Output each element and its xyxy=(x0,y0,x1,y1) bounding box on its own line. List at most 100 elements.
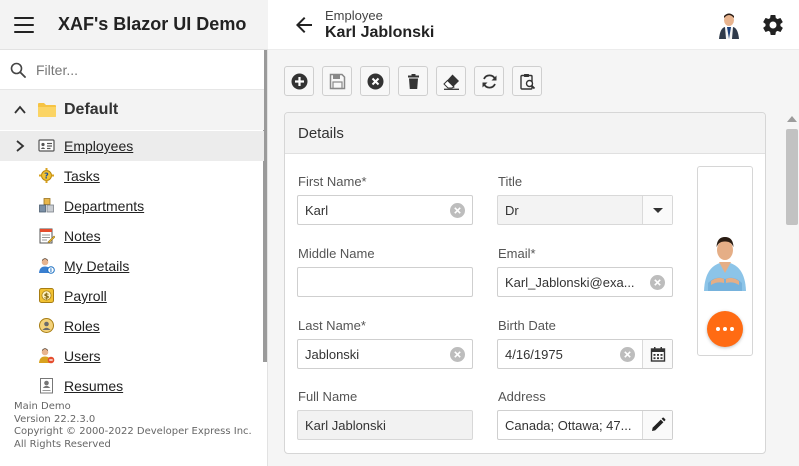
new-button[interactable] xyxy=(284,66,314,96)
sidebar-item-resumes[interactable]: Resumes xyxy=(0,371,264,401)
view-caption: Employee xyxy=(325,8,383,23)
navigation-sidebar: Default Employees ? Tasks xyxy=(0,50,268,466)
departments-icon xyxy=(39,198,54,213)
calendar-button[interactable] xyxy=(642,340,672,368)
middle-name-label: Middle Name xyxy=(298,246,375,261)
main-scrollbar[interactable] xyxy=(782,112,799,466)
sidebar-item-roles[interactable]: Roles xyxy=(0,311,264,341)
details-card-title: Details xyxy=(298,125,344,142)
birth-date-field[interactable]: 4/16/1975 xyxy=(497,339,673,369)
sidebar-item-label: Departments xyxy=(64,198,145,214)
clear-icon[interactable] xyxy=(649,274,666,291)
email-label: Email* xyxy=(498,246,536,261)
sidebar-item-label: Roles xyxy=(64,318,100,334)
folder-icon xyxy=(38,103,56,117)
sidebar-item-label: Payroll xyxy=(64,288,107,304)
app-header: XAF's Blazor UI Demo xyxy=(0,0,268,50)
refresh-button[interactable] xyxy=(474,66,504,96)
users-icon xyxy=(39,348,55,364)
calendar-icon xyxy=(650,347,666,362)
email-value: Karl_Jablonski@exa... xyxy=(505,275,635,290)
birth-date-value: 4/16/1975 xyxy=(505,347,563,362)
last-name-field[interactable]: Jablonski xyxy=(297,339,473,369)
scroll-thumb[interactable] xyxy=(786,129,798,225)
full-name-value: Karl Jablonski xyxy=(305,418,386,433)
first-name-field[interactable]: Karl xyxy=(297,195,473,225)
sidebar-item-label: Employees xyxy=(64,138,134,154)
sidebar-item-employees[interactable]: Employees xyxy=(0,131,264,161)
details-card-header: Details xyxy=(285,113,765,154)
save-button[interactable] xyxy=(322,66,352,96)
export-button[interactable] xyxy=(512,66,542,96)
sidebar-item-label: Tasks xyxy=(64,168,100,184)
more-actions-button[interactable] xyxy=(707,311,743,347)
search-icon xyxy=(10,62,26,78)
about-line: Main Demo xyxy=(14,401,71,412)
chevron-down-icon xyxy=(653,208,663,213)
sidebar-item-tasks[interactable]: ? Tasks xyxy=(0,161,264,191)
scroll-up-arrow-icon[interactable] xyxy=(787,116,797,122)
svg-text:?: ? xyxy=(44,171,49,180)
middle-name-field[interactable] xyxy=(297,267,473,297)
first-name-label: First Name* xyxy=(298,174,367,189)
hamburger-menu-icon[interactable] xyxy=(14,17,34,33)
birth-date-label: Birth Date xyxy=(498,318,556,333)
email-field[interactable]: Karl_Jablonski@exa... xyxy=(497,267,673,297)
nav-group-label: Default xyxy=(64,101,119,118)
sidebar-item-notes[interactable]: Notes xyxy=(0,221,264,251)
sidebar-item-my-details[interactable]: i My Details xyxy=(0,251,264,281)
sidebar-item-departments[interactable]: Departments xyxy=(0,191,264,221)
svg-text:i: i xyxy=(50,268,52,274)
address-field[interactable]: Canada; Ottawa; 47... xyxy=(497,410,673,440)
nav-filter-input[interactable] xyxy=(34,59,254,81)
address-label: Address xyxy=(498,389,546,404)
employee-card-icon xyxy=(38,139,55,152)
employee-photo xyxy=(702,233,748,291)
user-avatar[interactable] xyxy=(716,11,742,39)
notes-icon xyxy=(39,228,55,244)
last-name-value: Jablonski xyxy=(305,347,360,362)
sidebar-item-label: Users xyxy=(64,348,101,364)
nav-group-default[interactable]: Default xyxy=(0,90,264,130)
address-value: Canada; Ottawa; 47... xyxy=(505,418,632,433)
sidebar-item-label: My Details xyxy=(64,258,130,274)
details-card: Details First Name* Karl Title Dr Middle… xyxy=(284,112,766,454)
cancel-button[interactable] xyxy=(360,66,390,96)
clear-icon[interactable] xyxy=(619,346,636,363)
app-title: XAF's Blazor UI Demo xyxy=(58,14,247,34)
sidebar-item-payroll[interactable]: $ Payroll xyxy=(0,281,264,311)
refresh-icon xyxy=(482,74,497,89)
save-icon xyxy=(329,73,346,90)
clear-icon[interactable] xyxy=(449,202,466,219)
clear-icon[interactable] xyxy=(449,346,466,363)
title-dropdown[interactable]: Dr xyxy=(497,195,673,225)
title-dropdown-button[interactable] xyxy=(642,196,672,224)
address-edit-button[interactable] xyxy=(642,411,672,439)
delete-button[interactable] xyxy=(398,66,428,96)
view-header: Employee Karl Jablonski xyxy=(268,0,799,50)
plus-circle-icon xyxy=(291,73,308,90)
back-arrow-icon[interactable] xyxy=(292,13,316,37)
trash-icon xyxy=(408,74,419,89)
last-name-label: Last Name* xyxy=(298,318,366,333)
reset-view-settings-button[interactable] xyxy=(436,66,466,96)
full-name-field: Karl Jablonski xyxy=(297,410,473,440)
nav-filter xyxy=(0,50,264,90)
settings-gear-icon[interactable] xyxy=(761,13,785,37)
about-info: Main Demo Version 22.2.3.0 Copyright © 2… xyxy=(14,401,252,451)
payroll-icon: $ xyxy=(39,288,54,303)
chevron-right-icon xyxy=(16,140,25,152)
eraser-icon xyxy=(443,74,459,90)
cancel-circle-icon xyxy=(367,73,384,90)
svg-text:$: $ xyxy=(44,292,50,301)
title-value: Dr xyxy=(505,203,519,218)
my-details-icon: i xyxy=(39,258,55,274)
pencil-icon xyxy=(652,417,666,431)
sidebar-item-label: Resumes xyxy=(64,378,124,394)
full-name-label: Full Name xyxy=(298,389,358,404)
sidebar-item-users[interactable]: Users xyxy=(0,341,264,371)
about-line: All Rights Reserved xyxy=(14,438,111,450)
title-label: Title xyxy=(498,174,523,189)
tasks-icon: ? xyxy=(39,168,54,183)
first-name-value: Karl xyxy=(305,203,329,218)
